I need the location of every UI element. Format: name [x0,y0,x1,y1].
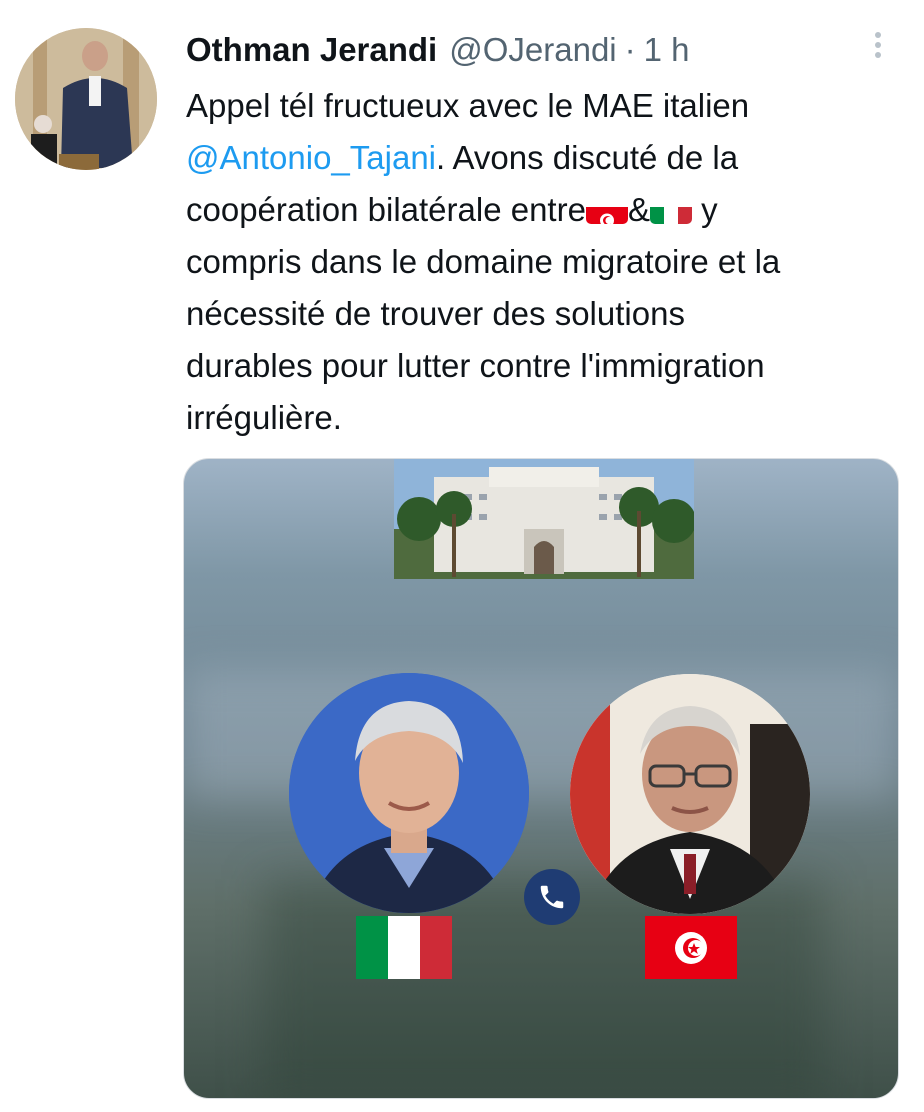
portrait-left [289,673,529,913]
tweet-line: coopération bilatérale entre & y [186,184,906,236]
ampersand: & [627,191,650,228]
tweet-text: Appel tél fructueux avec le MAE italien … [186,80,906,444]
tweet-line: @Antonio_Tajani. Avons discuté de la [186,132,906,184]
tweet-timestamp[interactable]: 1 h [644,31,690,69]
phone-icon [524,869,580,925]
mention-link[interactable]: @Antonio_Tajani [186,139,436,176]
tweet-header: Othman Jerandi @OJerandi · 1 h [186,28,690,72]
italy-flag-icon [649,197,692,224]
italy-flag-icon [356,916,452,979]
more-vertical-icon[interactable] [868,28,888,64]
portrait-right [570,674,810,914]
tweet-line: durables pour lutter contre l'immigratio… [186,347,765,384]
tweet-line: irrégulière. [186,399,342,436]
author-handle[interactable]: @OJerandi [449,31,616,69]
tweet-line-text: . Avons discuté de la [436,139,739,176]
author-avatar[interactable] [15,28,157,170]
tweet-media-image[interactable] [183,458,899,1099]
author-name[interactable]: Othman Jerandi [186,31,437,69]
tweet-line-text: coopération bilatérale entre [186,191,586,228]
tweet-line-text: y [691,191,718,228]
tweet-line: compris dans le domaine migratoire et la [186,243,781,280]
tweet-line: nécessité de trouver des solutions [186,295,685,332]
tunisia-flag-icon [645,916,737,979]
ministry-building-image [394,459,694,579]
separator-dot: · [624,31,636,68]
tweet-line: Appel tél fructueux avec le MAE italien [186,87,750,124]
tunisia-flag-icon [585,197,628,224]
